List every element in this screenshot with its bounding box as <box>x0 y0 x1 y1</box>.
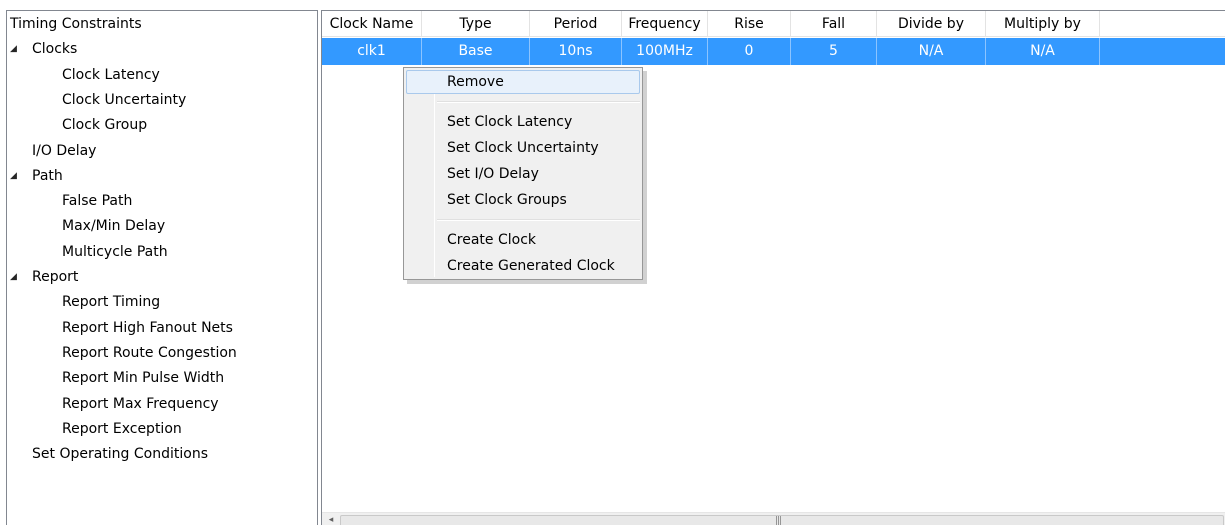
cell-frequency[interactable]: 100MHz <box>622 38 708 65</box>
column-header-filler <box>1100 11 1225 37</box>
tree-item-timing-constraints[interactable]: Timing Constraints <box>7 13 317 35</box>
tree-item-report-min-pulse-width[interactable]: Report Min Pulse Width <box>7 367 317 389</box>
cell-period[interactable]: 10ns <box>530 38 622 65</box>
expanded-arrow-icon[interactable]: ◢ <box>10 266 22 288</box>
cell-multiply-by[interactable]: N/A <box>986 38 1100 65</box>
column-header-multiply-by[interactable]: Multiply by <box>986 11 1100 37</box>
column-header-divide-by[interactable]: Divide by <box>877 11 986 37</box>
menu-item-set-clock-latency[interactable]: Set Clock Latency <box>406 110 640 134</box>
tree-item-report[interactable]: ◢ Report <box>7 266 317 288</box>
tree-item-label: False Path <box>62 193 133 210</box>
tree-item-label: Multicycle Path <box>62 243 168 260</box>
scroll-thumb[interactable]: ||| <box>340 515 1224 525</box>
timing-constraints-window: Timing Constraints ◢ Clocks Clock Latency Cl… <box>0 0 1225 525</box>
menu-item-set-clock-uncertainty[interactable]: Set Clock Uncertainty <box>406 136 640 160</box>
scroll-grip-icon: ||| <box>775 516 782 525</box>
horizontal-scrollbar[interactable]: ◂ ||| <box>322 512 1225 525</box>
tree-item-clock-uncertainty[interactable]: Clock Uncertainty <box>7 89 317 111</box>
tree-item-label: I/O Delay <box>32 142 97 159</box>
scroll-left-arrow-icon[interactable]: ◂ <box>324 513 338 525</box>
tree-item-label: Path <box>32 167 63 184</box>
tree-item-label: Report Max Frequency <box>62 395 219 412</box>
tree-item-label: Clock Latency <box>62 66 160 83</box>
tree-item-label: Clock Group <box>62 117 148 134</box>
column-header-rise[interactable]: Rise <box>708 11 791 37</box>
expanded-arrow-icon[interactable]: ◢ <box>10 165 22 187</box>
cell-fall[interactable]: 5 <box>791 38 877 65</box>
column-header-period[interactable]: Period <box>530 11 622 37</box>
tree-item-label: Set Operating Conditions <box>32 446 208 463</box>
menu-separator <box>437 101 640 103</box>
tree-item-false-path[interactable]: False Path <box>7 190 317 212</box>
cell-divide-by[interactable]: N/A <box>877 38 986 65</box>
menu-item-create-generated-clock[interactable]: Create Generated Clock <box>406 254 640 278</box>
tree-item-label: Max/Min Delay <box>62 218 166 235</box>
column-header-frequency[interactable]: Frequency <box>622 11 708 37</box>
tree-item-clocks[interactable]: ◢ Clocks <box>7 38 317 60</box>
table-row[interactable]: clk1 Base 10ns 100MHz 0 5 N/A N/A <box>322 38 1225 65</box>
cell-clock-name[interactable]: clk1 <box>322 38 422 65</box>
grid-header: Clock Name Type Period Frequency Rise Fall Div… <box>322 11 1225 37</box>
tree-item-label: Timing Constraints <box>10 16 142 32</box>
tree-item-report-timing[interactable]: Report Timing <box>7 291 317 313</box>
cell-rise[interactable]: 0 <box>708 38 791 65</box>
tree-item-label: Report Timing <box>62 294 161 311</box>
constraints-tree[interactable]: Timing Constraints ◢ Clocks Clock Latency Cl… <box>6 10 318 525</box>
tree-item-label: Report Min Pulse Width <box>62 370 225 387</box>
menu-item-set-i-o-delay[interactable]: Set I/O Delay <box>406 162 640 186</box>
column-header-fall[interactable]: Fall <box>791 11 877 37</box>
tree-item-report-exception[interactable]: Report Exception <box>7 418 317 440</box>
menu-separator <box>437 219 640 221</box>
tree-item-clock-latency[interactable]: Clock Latency <box>7 64 317 86</box>
tree-item-label: Clocks <box>32 41 78 58</box>
tree-item-clock-group[interactable]: Clock Group <box>7 114 317 136</box>
expanded-arrow-icon[interactable]: ◢ <box>10 38 22 60</box>
tree-item-i-o-delay[interactable]: I/O Delay <box>7 140 317 162</box>
context-menu: Remove Set Clock Latency Set Clock Uncerta… <box>403 67 643 280</box>
cell-type[interactable]: Base <box>422 38 530 65</box>
tree-item-multicycle-path[interactable]: Multicycle Path <box>7 241 317 263</box>
menu-item-create-clock[interactable]: Create Clock <box>406 228 640 252</box>
tree-item-label: Clock Uncertainty <box>62 91 187 108</box>
tree-item-path[interactable]: ◢ Path <box>7 165 317 187</box>
tree-item-label: Report Exception <box>62 420 182 437</box>
tree-item-report-route-congestion[interactable]: Report Route Congestion <box>7 342 317 364</box>
menu-item-set-clock-groups[interactable]: Set Clock Groups <box>406 188 640 212</box>
tree-item-label: Report <box>32 269 79 285</box>
tree-item-set-operating-conditions[interactable]: Set Operating Conditions <box>7 443 317 465</box>
tree-item-report-high-fanout-nets[interactable]: Report High Fanout Nets <box>7 317 317 339</box>
column-header-clock-name[interactable]: Clock Name <box>322 11 422 37</box>
menu-item-remove[interactable]: Remove <box>406 70 640 94</box>
tree-item-label: Report Route Congestion <box>62 344 237 361</box>
column-header-type[interactable]: Type <box>422 11 530 37</box>
tree-item-label: Report High Fanout Nets <box>62 319 233 336</box>
tree-item-max-min-delay[interactable]: Max/Min Delay <box>7 215 317 237</box>
tree-item-report-max-frequency[interactable]: Report Max Frequency <box>7 393 317 415</box>
